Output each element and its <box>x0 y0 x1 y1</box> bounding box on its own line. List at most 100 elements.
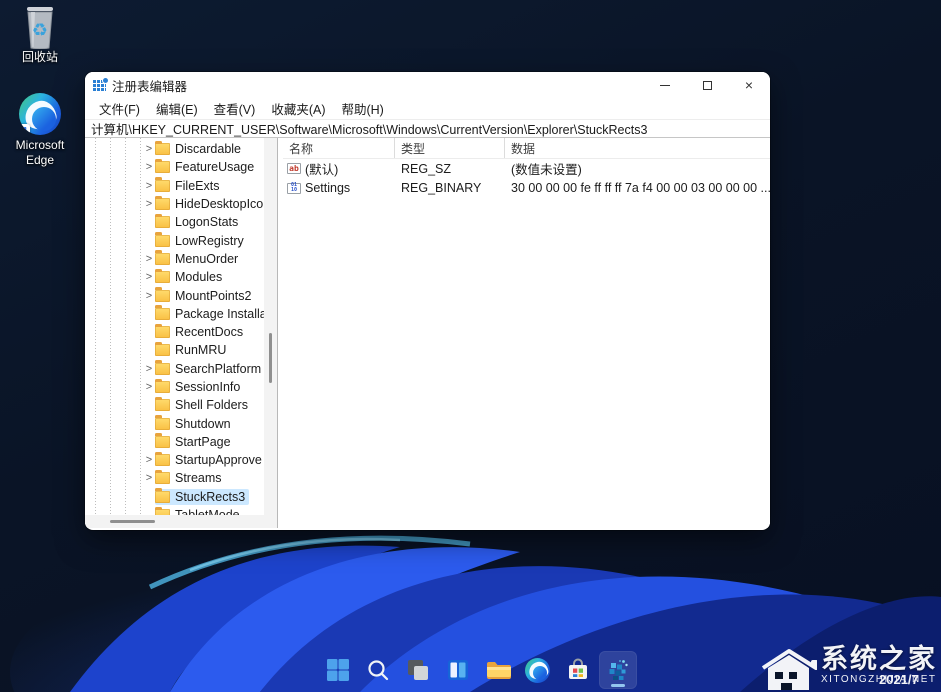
column-header-data[interactable]: 数据 <box>505 138 770 158</box>
value-data: 30 00 00 00 fe ff ff ff 7a f4 00 00 03 0… <box>505 181 770 195</box>
tree-item-HideDesktopIco[interactable]: >HideDesktopIco <box>85 195 264 213</box>
folder-icon <box>155 472 170 484</box>
expand-chevron-icon[interactable]: > <box>143 198 155 210</box>
task-view-button[interactable] <box>399 651 437 689</box>
folder-icon <box>155 198 170 210</box>
folder-icon <box>155 290 170 302</box>
menu-bar: 文件(F)编辑(E)查看(V)收藏夹(A)帮助(H) <box>85 98 770 119</box>
menu-item-4[interactable]: 帮助(H) <box>333 97 391 120</box>
tree-item-MountPoints2[interactable]: > MountPoints2 <box>85 286 264 304</box>
tree-item-Shell Folders[interactable]: Shell Folders <box>85 396 264 414</box>
task-view-icon <box>406 658 430 682</box>
folder-icon <box>155 363 170 375</box>
tree-item-RecentDocs[interactable]: RecentDocs <box>85 323 264 341</box>
tree-item-Discardable[interactable]: > Discardable <box>85 140 264 158</box>
desktop-icon-recycle-bin[interactable]: ♻ 回收站 <box>8 4 72 65</box>
menu-item-3[interactable]: 收藏夹(A) <box>263 97 333 120</box>
value-name: (默认) <box>305 159 338 178</box>
column-header-name[interactable]: 名称 <box>283 138 395 158</box>
tree-item-Modules[interactable]: > Modules <box>85 268 264 286</box>
expand-chevron-icon[interactable]: > <box>143 161 155 173</box>
expand-chevron-icon[interactable]: > <box>143 271 155 283</box>
tree-item-label: SessionInfo <box>175 380 240 394</box>
title-bar[interactable]: 注册表编辑器 × <box>85 72 770 98</box>
folder-icon <box>155 454 170 466</box>
tree-item-TabletMode[interactable]: TabletMode <box>85 506 264 515</box>
tree-item-label: Modules <box>175 270 222 284</box>
folder-icon <box>155 271 170 283</box>
desktop-icon-microsoft-edge[interactable]: ↗ Microsoft Edge <box>8 90 72 168</box>
search-button[interactable] <box>359 651 397 689</box>
scrollbar-corner <box>264 515 277 528</box>
tree-vertical-scrollbar[interactable] <box>264 138 277 515</box>
expand-chevron-icon[interactable]: > <box>143 143 155 155</box>
tree-item-StartupApprove[interactable]: >StartupApprove <box>85 451 264 469</box>
tree-item-label: LogonStats <box>175 215 238 229</box>
menu-item-1[interactable]: 编辑(E) <box>148 97 206 120</box>
tree-item-Streams[interactable]: >Streams <box>85 469 264 487</box>
expand-chevron-icon[interactable]: > <box>143 363 155 375</box>
file-explorer-button[interactable] <box>479 651 517 689</box>
house-logo-icon <box>759 646 817 692</box>
registry-editor-taskbar-button[interactable] <box>599 651 637 689</box>
binary-value-icon: 01 10 <box>287 183 301 194</box>
value-row-(默认)[interactable]: ab(默认)REG_SZ(数值未设置) <box>283 159 770 179</box>
watermark-brand: 系统之家 <box>821 637 937 676</box>
edge-button[interactable] <box>519 651 557 689</box>
registry-editor-window: 注册表编辑器 × 文件(F)编辑(E)查看(V)收藏夹(A)帮助(H) 计算机\… <box>85 72 770 530</box>
tree-item-label: MenuOrder <box>175 252 238 266</box>
tree-item-label: MountPoints2 <box>175 289 251 303</box>
tree-item-LowRegistry[interactable]: LowRegistry <box>85 231 264 249</box>
svg-text:♻: ♻ <box>32 20 48 41</box>
widgets-icon <box>446 658 470 682</box>
expand-chevron-icon[interactable]: > <box>143 180 155 192</box>
tree-horizontal-scrollbar[interactable] <box>85 515 264 528</box>
value-row-Settings[interactable]: 01 10SettingsREG_BINARY30 00 00 00 fe ff… <box>283 179 770 199</box>
menu-item-0[interactable]: 文件(F) <box>91 97 148 120</box>
tree-item-LogonStats[interactable]: LogonStats <box>85 213 264 231</box>
desktop-icon-label: 回收站 <box>8 50 72 65</box>
tree-item-RunMRU[interactable]: RunMRU <box>85 341 264 359</box>
tree-item-label: Shell Folders <box>175 398 248 412</box>
expand-chevron-icon[interactable]: > <box>143 381 155 393</box>
desktop-icon-label: Microsoft Edge <box>8 138 72 168</box>
registry-app-icon <box>93 80 106 91</box>
tree-item-SessionInfo[interactable]: > SessionInfo <box>85 378 264 396</box>
value-list: ab(默认)REG_SZ(数值未设置)01 10SettingsREG_BINA… <box>283 159 770 198</box>
tree-item-Shutdown[interactable]: Shutdown <box>85 414 264 432</box>
widgets-button[interactable] <box>439 651 477 689</box>
tree-item-Package Installa[interactable]: Package Installa <box>85 305 264 323</box>
value-name: Settings <box>305 181 350 195</box>
tree-item-label: Shutdown <box>175 417 231 431</box>
tree-item-SearchPlatform[interactable]: >SearchPlatform <box>85 360 264 378</box>
maximize-button[interactable] <box>686 72 728 98</box>
menu-item-2[interactable]: 查看(V) <box>206 97 264 120</box>
address-bar[interactable]: 计算机\HKEY_CURRENT_USER\Software\Microsoft… <box>85 119 770 138</box>
tree-item-StuckRects3[interactable]: StuckRects3 <box>85 488 264 506</box>
folder-icon <box>155 161 170 173</box>
start-button[interactable] <box>319 651 357 689</box>
scrollbar-thumb[interactable] <box>269 333 272 383</box>
expand-chevron-icon[interactable]: > <box>143 290 155 302</box>
scrollbar-thumb[interactable] <box>110 520 155 523</box>
tree-item-label: LowRegistry <box>175 234 244 248</box>
store-button[interactable] <box>559 651 597 689</box>
tree-item-StartPage[interactable]: StartPage <box>85 433 264 451</box>
tree-item-FeatureUsage[interactable]: >FeatureUsage <box>85 158 264 176</box>
edge-icon: ↗ <box>19 93 61 135</box>
folder-icon <box>155 381 170 393</box>
watermark-date: 2021/7 <box>879 672 919 687</box>
expand-chevron-icon[interactable]: > <box>143 454 155 466</box>
column-header-type[interactable]: 类型 <box>395 138 505 158</box>
tree-list: > Discardable >FeatureUsage>FileExts>HideD… <box>85 138 264 515</box>
search-icon <box>366 658 390 682</box>
expand-chevron-icon[interactable]: > <box>143 472 155 484</box>
close-button[interactable]: × <box>728 72 770 98</box>
value-data: (数值未设置) <box>505 159 770 178</box>
folder-icon <box>155 326 170 338</box>
tree-item-MenuOrder[interactable]: > MenuOrder <box>85 250 264 268</box>
tree-item-label: Discardable <box>175 142 241 156</box>
tree-item-FileExts[interactable]: >FileExts <box>85 177 264 195</box>
expand-chevron-icon[interactable]: > <box>143 253 155 265</box>
minimize-button[interactable] <box>644 72 686 98</box>
